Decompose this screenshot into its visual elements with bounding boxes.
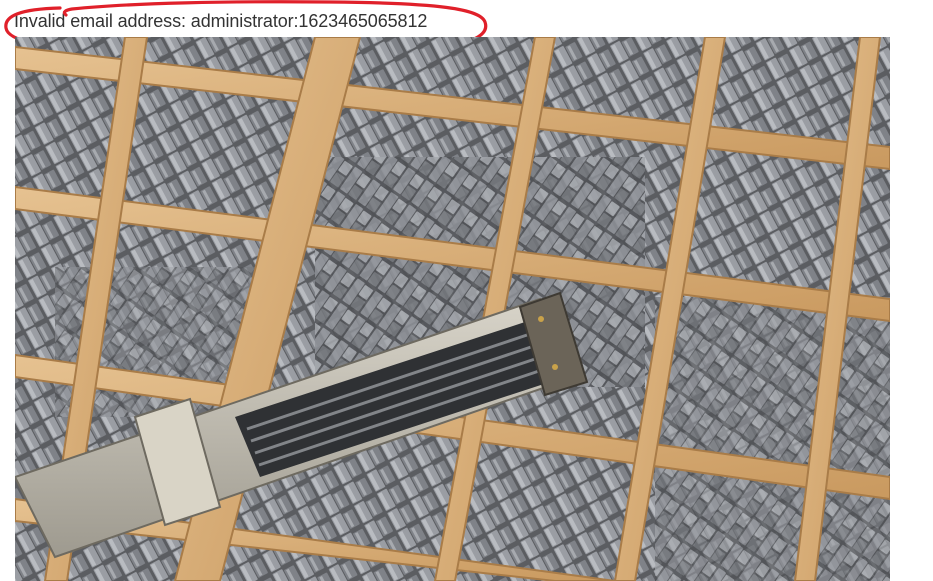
letterpress-type-case-image xyxy=(15,37,890,581)
type-case-photo-drawing xyxy=(15,37,890,581)
error-page: Invalid email address: administrator:162… xyxy=(0,0,933,581)
error-message: Invalid email address: administrator:162… xyxy=(14,11,428,31)
